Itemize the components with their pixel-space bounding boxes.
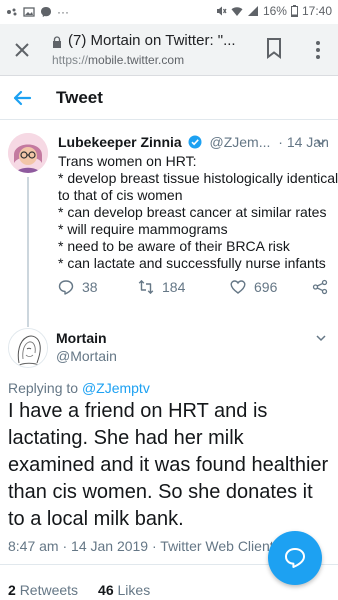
chevron-down-icon[interactable] xyxy=(315,136,327,148)
author-name[interactable]: Mortain xyxy=(56,330,107,346)
status-bar: ··· 16% 17:40 xyxy=(0,0,338,24)
tweet-text-line: lactating. She had her milk xyxy=(8,427,244,449)
avatar-portrait-icon xyxy=(8,133,48,173)
tweet-text-line: than cis women. So she donates it xyxy=(8,481,313,503)
tweet-text-line: examined and it was found healthier xyxy=(8,454,329,476)
like-button[interactable]: 696 xyxy=(230,279,277,295)
reply-icon xyxy=(58,280,74,295)
tweet-actions: 38 184 696 xyxy=(58,279,328,299)
tweet-header: Lubekeeper Zinnia @ZJem... · 14 Jan xyxy=(58,134,329,150)
retweet-count: 184 xyxy=(162,279,186,295)
battery-icon xyxy=(290,5,298,17)
reply-button[interactable]: 38 xyxy=(58,279,98,295)
heart-icon xyxy=(230,280,246,294)
tweet-stats: 2 Retweets 46 Likes xyxy=(8,582,150,598)
tweet-text-line: * will require mammograms xyxy=(58,221,228,237)
avatar[interactable] xyxy=(8,133,48,173)
share-button[interactable] xyxy=(312,279,328,295)
url-display[interactable]: https://mobile.twitter.com xyxy=(52,53,184,67)
speech-bubble-icon xyxy=(285,548,305,568)
more-notifications-icon: ··· xyxy=(57,5,69,19)
wifi-icon xyxy=(231,7,243,16)
tweet-text-line: * can develop breast cancer at similar r… xyxy=(58,204,327,220)
tweet-text-line: * can lactate and successfully nurse inf… xyxy=(58,255,326,271)
tweet-meta[interactable]: 8:47 am · 14 Jan 2019 · Twitter Web Clie… xyxy=(8,538,274,554)
clock: 17:40 xyxy=(301,4,332,18)
lock-icon xyxy=(53,36,61,48)
like-count: 696 xyxy=(254,279,278,295)
share-icon xyxy=(312,279,328,295)
like-count: 46 xyxy=(98,582,114,598)
messenger-icon xyxy=(41,7,51,17)
replying-to: Replying to @ZJemptv xyxy=(8,380,150,396)
tweet-text-line: * develop breast tissue histologically i… xyxy=(58,170,338,186)
notification-icon xyxy=(7,8,17,16)
back-arrow-icon[interactable] xyxy=(12,88,32,108)
battery-percent: 16% xyxy=(262,4,287,18)
twitter-header: Tweet xyxy=(0,76,338,120)
thread-line xyxy=(27,177,29,327)
avatar-sketch-icon xyxy=(9,329,47,367)
tweet-text-line: * need to be aware of their BRCA risk xyxy=(58,238,290,254)
bookmark-icon[interactable] xyxy=(266,37,282,59)
tweet-text-line: to that of cis women xyxy=(58,187,183,203)
tweet-text: Trans women on HRT: * develop breast tis… xyxy=(58,153,338,272)
reply-count: 38 xyxy=(82,279,98,295)
likes-label: Likes xyxy=(117,582,151,598)
replying-to-handle[interactable]: @ZJemptv xyxy=(82,380,150,396)
chevron-down-icon[interactable] xyxy=(315,332,327,344)
close-icon[interactable] xyxy=(10,38,34,62)
verified-badge-icon xyxy=(188,135,202,149)
retweet-icon xyxy=(138,280,154,294)
tweet-text-line: to a local milk bank. xyxy=(8,508,184,530)
replying-to-label: Replying to xyxy=(8,380,82,396)
browser-toolbar: (7) Mortain on Twitter: "... https://mob… xyxy=(0,24,338,76)
retweets-label: Retweets xyxy=(19,582,79,598)
mute-icon xyxy=(216,6,227,16)
tweet-text-line: Trans women on HRT: xyxy=(58,153,197,169)
signal-icon xyxy=(247,6,258,16)
avatar[interactable] xyxy=(8,328,48,368)
author-handle[interactable]: @ZJem... xyxy=(209,134,270,150)
image-icon xyxy=(23,7,35,17)
retweets-stat[interactable]: 2 Retweets xyxy=(8,582,78,598)
page-title: (7) Mortain on Twitter: "... xyxy=(68,32,236,49)
author-handle[interactable]: @Mortain xyxy=(56,348,117,364)
retweet-button[interactable]: 184 xyxy=(138,279,185,295)
url-scheme: https:// xyxy=(52,53,89,67)
tweet-text: I have a friend on HRT and is lactating.… xyxy=(8,398,334,533)
likes-stat[interactable]: 46 Likes xyxy=(98,582,150,598)
url-host: mobile.twitter.com xyxy=(88,53,185,67)
more-vert-icon[interactable] xyxy=(306,38,330,62)
header-title: Tweet xyxy=(56,88,103,107)
tweet-text-line: I have a friend on HRT and is xyxy=(8,400,268,422)
compose-reply-button[interactable] xyxy=(268,531,322,585)
author-name[interactable]: Lubekeeper Zinnia xyxy=(58,134,182,150)
retweet-count: 2 xyxy=(8,582,16,598)
